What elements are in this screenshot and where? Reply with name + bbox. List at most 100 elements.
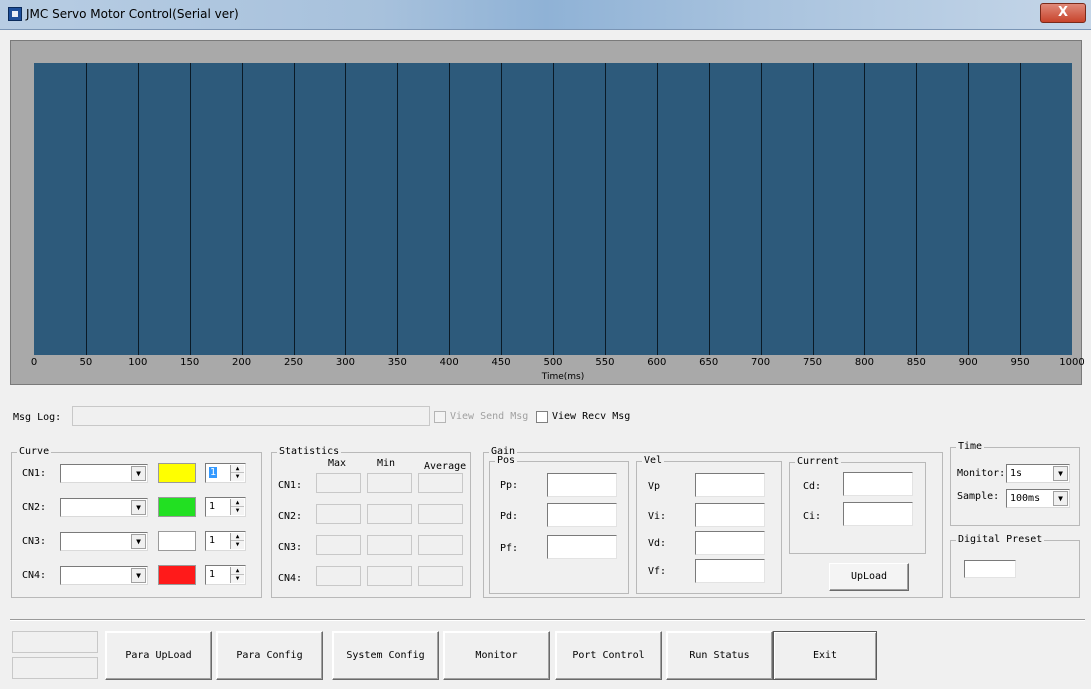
chart-gridline — [1020, 63, 1022, 355]
pf-field[interactable] — [547, 535, 617, 559]
vf-label: Vf: — [648, 566, 667, 577]
chart-x-tick-label: 0 — [30, 357, 38, 368]
run-status-button[interactable]: Run Status — [666, 631, 773, 680]
spinner-buttons[interactable]: ▲ ▼ — [230, 499, 244, 515]
spin-up-icon[interactable]: ▲ — [231, 465, 244, 473]
ci-field[interactable] — [843, 502, 913, 526]
spin-down-icon[interactable]: ▼ — [231, 473, 244, 481]
vp-label: Vp — [648, 481, 661, 492]
pp-field[interactable] — [547, 473, 617, 497]
time-group-title: Time — [956, 441, 985, 452]
chart-gridline — [864, 63, 866, 355]
system-config-button[interactable]: System Config — [332, 631, 439, 680]
chart-gridline — [345, 63, 347, 355]
curve-color-swatch[interactable] — [158, 565, 196, 585]
stat-header-max: Max — [328, 458, 347, 469]
curve-line-width-text: 1 — [209, 535, 216, 546]
window-title: JMC Servo Motor Control(Serial ver) — [26, 7, 239, 21]
cd-field[interactable] — [843, 472, 913, 496]
stat-value-field — [367, 566, 412, 586]
spin-up-icon[interactable]: ▲ — [231, 533, 244, 541]
chart-x-tick-label: 50 — [79, 357, 93, 368]
statistics-group-title: Statistics — [277, 446, 342, 457]
curve-channel-select[interactable]: ▼ — [60, 532, 148, 551]
vd-field[interactable] — [695, 531, 765, 555]
ci-label: Ci: — [803, 511, 822, 522]
chart-x-tick-label: 700 — [751, 357, 771, 368]
digital-preset-field[interactable] — [964, 560, 1016, 578]
curve-line-width-value: 1 — [209, 535, 215, 546]
spinner-buttons[interactable]: ▲ ▼ — [230, 465, 244, 481]
spin-up-icon[interactable]: ▲ — [231, 499, 244, 507]
monitor-select[interactable]: 1s ▼ — [1006, 464, 1070, 483]
curve-line-width-spinner[interactable]: 1 ▲ ▼ — [205, 531, 246, 551]
msg-log-field — [72, 406, 430, 426]
vi-field[interactable] — [695, 503, 765, 527]
chevron-down-icon: ▼ — [1053, 466, 1068, 481]
monitor-button[interactable]: Monitor — [443, 631, 550, 680]
upload-button[interactable]: UpLoad — [829, 563, 909, 591]
chart-gridline — [604, 63, 606, 355]
curve-line-width-spinner[interactable]: 1 ▲ ▼ — [205, 463, 246, 483]
view-send-msg-checkbox[interactable] — [434, 411, 446, 423]
pd-field[interactable] — [547, 503, 617, 527]
stat-value-field — [316, 473, 361, 493]
vd-label: Vd: — [648, 538, 667, 549]
stat-value-field — [418, 504, 463, 524]
pp-label: Pp: — [500, 480, 519, 491]
chart-x-tick-label: 300 — [335, 357, 355, 368]
exit-button[interactable]: Exit — [773, 631, 877, 680]
chart-gridline — [968, 63, 970, 355]
spinner-buttons[interactable]: ▲ ▼ — [230, 567, 244, 583]
chart-x-tick-label: 400 — [439, 357, 459, 368]
para-upload-button[interactable]: Para UpLoad — [105, 631, 212, 680]
chart-gridline — [916, 63, 918, 355]
curve-line-width-value: 1 — [209, 569, 215, 580]
curve-line-width-spinner[interactable]: 1 ▲ ▼ — [205, 497, 246, 517]
stat-row-label: CN2: — [278, 511, 303, 522]
stat-value-field — [367, 504, 412, 524]
chart-plot-area — [34, 63, 1072, 355]
chart-gridline — [189, 63, 191, 355]
curve-channel-select[interactable]: ▼ — [60, 498, 148, 517]
chart-gridline — [501, 63, 503, 355]
chart-gridline — [449, 63, 451, 355]
curve-line-width-spinner[interactable]: 1 ▲ ▼ — [205, 565, 246, 585]
chart-x-tick-label: 1000 — [1059, 357, 1085, 368]
cd-label: Cd: — [803, 481, 822, 492]
chart-x-tick-label: 500 — [543, 357, 563, 368]
spin-down-icon[interactable]: ▼ — [231, 575, 244, 583]
curve-channel-select[interactable]: ▼ — [60, 566, 148, 585]
curve-color-swatch[interactable] — [158, 531, 196, 551]
chart-gridline — [760, 63, 762, 355]
chart-gridline — [812, 63, 814, 355]
port-control-button[interactable]: Port Control — [555, 631, 662, 680]
stat-row-label: CN3: — [278, 542, 303, 553]
spin-up-icon[interactable]: ▲ — [231, 567, 244, 575]
chart-x-tick-label: 600 — [647, 357, 667, 368]
sample-select-value: 100ms — [1010, 493, 1041, 504]
chart-x-tick-label: 850 — [906, 357, 926, 368]
curve-color-swatch[interactable] — [158, 497, 196, 517]
sample-label: Sample: — [957, 491, 1000, 502]
chart-x-axis-label: Time(ms) — [541, 372, 585, 382]
chart-x-tick-label: 900 — [958, 357, 978, 368]
sample-select[interactable]: 100ms ▼ — [1006, 489, 1070, 508]
chart-gridline — [397, 63, 399, 355]
curve-line-width-text: 1 — [209, 467, 218, 478]
vp-field[interactable] — [695, 473, 765, 497]
chevron-down-icon: ▼ — [131, 534, 146, 549]
spinner-buttons[interactable]: ▲ ▼ — [230, 533, 244, 549]
app-icon — [8, 7, 22, 21]
stat-value-field — [418, 535, 463, 555]
close-button[interactable]: X — [1040, 3, 1086, 23]
chart-x-tick-label: 550 — [595, 357, 615, 368]
curve-color-swatch[interactable] — [158, 463, 196, 483]
spin-down-icon[interactable]: ▼ — [231, 541, 244, 549]
vf-field[interactable] — [695, 559, 765, 583]
chart-x-tick-label: 350 — [387, 357, 407, 368]
view-recv-msg-checkbox[interactable] — [536, 411, 548, 423]
spin-down-icon[interactable]: ▼ — [231, 507, 244, 515]
para-config-button[interactable]: Para Config — [216, 631, 323, 680]
curve-channel-select[interactable]: ▼ — [60, 464, 148, 483]
